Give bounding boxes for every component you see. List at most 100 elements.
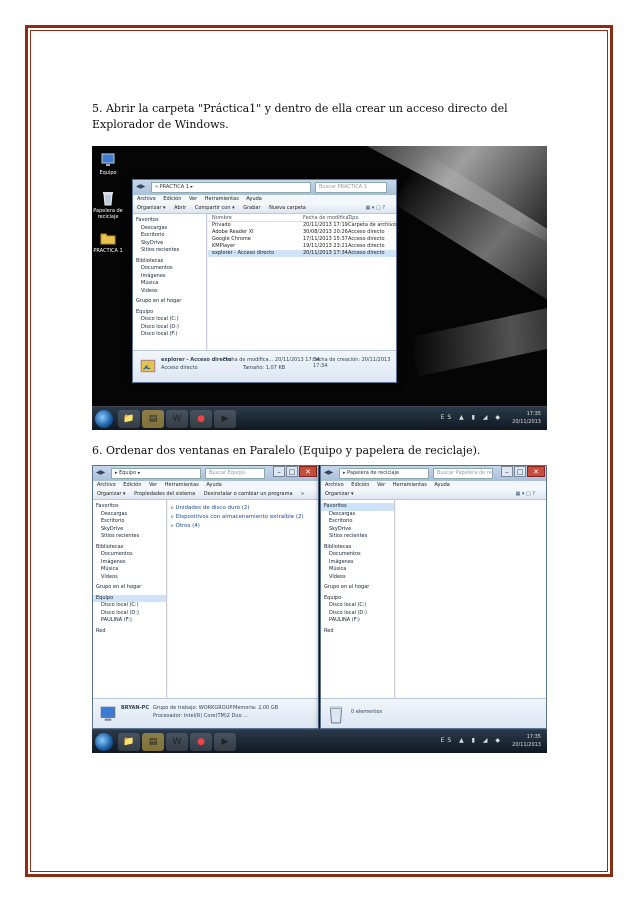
nav-item[interactable]: Equipo (321, 595, 394, 603)
group-header[interactable]: ▹ Dispositivos con almacenamiento extraí… (171, 513, 315, 522)
open-button[interactable]: Abrir (174, 205, 186, 211)
nav-item[interactable]: Descargas (133, 225, 206, 233)
clock-time[interactable]: 17:35 (512, 410, 541, 418)
nav-item[interactable]: Bibliotecas (133, 258, 206, 266)
nav-item[interactable]: Descargas (93, 511, 166, 519)
folder-taskbar-icon[interactable]: ▤ (142, 733, 164, 751)
nav-item[interactable]: Vídeos (93, 574, 166, 582)
view-options-icon[interactable]: ▦ ▾ ▢ ? (366, 203, 385, 214)
nav-item[interactable]: Disco local (C:) (133, 316, 206, 324)
group-header[interactable]: ▹ Unidades de disco duro (2) (171, 504, 315, 513)
minimize-button[interactable]: – (501, 466, 513, 477)
nav-item[interactable]: SkyDrive (321, 526, 394, 534)
tray-icons[interactable]: ES ▲ ▮ ◢ ◆ (441, 414, 503, 422)
empty-content-area[interactable] (396, 500, 546, 700)
desktop-icon-practica1[interactable]: PRACTICA 1 (92, 230, 128, 254)
column-header-date[interactable]: Fecha de modifica... (303, 214, 353, 222)
nav-item[interactable]: Documentos (321, 551, 394, 559)
folder-taskbar-icon[interactable]: ▤ (142, 410, 164, 428)
nav-item[interactable]: Disco local (D:) (133, 324, 206, 332)
organize-button[interactable]: Organizar ▾ (97, 491, 126, 497)
media-taskbar-icon[interactable]: ▶ (214, 410, 236, 428)
opera-taskbar-icon[interactable]: ● (190, 733, 212, 751)
nav-item[interactable]: Bibliotecas (93, 544, 166, 552)
nav-item-selected[interactable]: Favoritos (321, 503, 394, 511)
close-button[interactable]: ✕ (299, 466, 317, 477)
new-folder-button[interactable]: Nueva carpeta (269, 205, 306, 211)
menu-archivo[interactable]: Archivo (97, 482, 116, 488)
explorer-taskbar-icon[interactable]: 📁 (118, 410, 140, 428)
menu-ayuda[interactable]: Ayuda (246, 196, 261, 202)
nav-item[interactable]: Disco local (D:) (93, 610, 166, 618)
nav-item[interactable]: Bibliotecas (321, 544, 394, 552)
nav-item[interactable]: Equipo (133, 309, 206, 317)
clock-date[interactable]: 20/11/2013 (512, 418, 541, 426)
menu-ayuda[interactable]: Ayuda (206, 482, 221, 488)
view-options-icon[interactable]: ▦ ▾ ▢ ? (516, 489, 535, 500)
nav-item-selected[interactable]: Equipo (93, 594, 166, 602)
back-forward-icon[interactable]: ◀▶ (96, 469, 105, 476)
nav-item[interactable]: SkyDrive (133, 240, 206, 248)
nav-item[interactable]: Grupo en el hogar (321, 584, 394, 592)
menu-archivo[interactable]: Archivo (137, 196, 156, 202)
back-forward-icon[interactable]: ◀▶ (136, 183, 145, 190)
nav-item[interactable]: Favoritos (133, 217, 206, 225)
menu-edicion[interactable]: Edición (123, 482, 141, 488)
column-header-name[interactable]: Nombre (212, 214, 232, 222)
explorer-window-equipo[interactable]: ◀▶ ▸ Equipo ▸ Buscar Equipo – □ ✕ Archiv… (92, 465, 319, 729)
nav-item[interactable]: SkyDrive (93, 526, 166, 534)
menu-herramientas[interactable]: Herramientas (205, 196, 239, 202)
file-row[interactable]: KMPlayer 19/11/2013 23:21 Acceso directo (208, 243, 396, 250)
search-input[interactable]: Buscar PRACTICA 1 (315, 182, 387, 193)
nav-item[interactable]: Música (133, 280, 206, 288)
nav-item[interactable]: Escritorio (93, 518, 166, 526)
start-button[interactable] (95, 733, 113, 751)
nav-item[interactable]: Imágenes (321, 559, 394, 567)
word-taskbar-icon[interactable]: W (166, 410, 188, 428)
address-bar[interactable]: ▸ Papelera de reciclaje (339, 468, 429, 479)
menu-edicion[interactable]: Edición (351, 482, 369, 488)
explorer-window-practica1[interactable]: ◀▶ « PRACTICA 1 ▸ Buscar PRACTICA 1 Arch… (132, 179, 398, 383)
media-taskbar-icon[interactable]: ▶ (214, 733, 236, 751)
explorer-window-papelera[interactable]: ◀▶ ▸ Papelera de reciclaje Buscar Papele… (320, 465, 547, 729)
nav-item[interactable]: Sitios recientes (133, 247, 206, 255)
nav-item[interactable]: Música (321, 566, 394, 574)
file-row[interactable]: Privado 20/11/2013 17:19 Carpeta de arch… (208, 222, 398, 229)
file-row[interactable]: Google Chrome 17/11/2013 15:37 Acceso di… (208, 236, 396, 243)
desktop-icon-equipo[interactable]: Equipo (92, 152, 128, 176)
menu-edicion[interactable]: Edición (163, 196, 181, 202)
maximize-button[interactable]: □ (286, 466, 298, 477)
maximize-button[interactable]: □ (514, 466, 526, 477)
nav-item[interactable]: Documentos (93, 551, 166, 559)
nav-item[interactable]: Documentos (133, 265, 206, 273)
file-row[interactable]: Adobe Reader XI 30/08/2013 20:26 Acceso … (208, 229, 396, 236)
nav-item[interactable]: Red (93, 628, 166, 636)
clock-time[interactable]: 17:35 (512, 733, 541, 741)
menu-ver[interactable]: Ver (189, 196, 197, 202)
menu-herramientas[interactable]: Herramientas (165, 482, 199, 488)
address-bar[interactable]: ▸ Equipo ▸ (111, 468, 201, 479)
share-button[interactable]: Compartir con ▾ (195, 205, 235, 211)
menu-archivo[interactable]: Archivo (325, 482, 344, 488)
nav-item[interactable]: PAULINA (F:) (321, 617, 394, 625)
start-button[interactable] (95, 410, 113, 428)
group-header[interactable]: ▹ Otros (4) (171, 522, 315, 531)
more-button[interactable]: » (301, 491, 304, 497)
uninstall-button[interactable]: Desinstalar o cambiar un programa (204, 491, 293, 497)
nav-item[interactable]: Disco local (C:) (93, 602, 166, 610)
back-forward-icon[interactable]: ◀▶ (324, 469, 333, 476)
nav-item[interactable]: Escritorio (321, 518, 394, 526)
opera-taskbar-icon[interactable]: ● (190, 410, 212, 428)
nav-item[interactable]: Sitios recientes (321, 533, 394, 541)
nav-item[interactable]: Grupo en el hogar (93, 584, 166, 592)
address-bar[interactable]: « PRACTICA 1 ▸ (151, 182, 311, 193)
menu-ayuda[interactable]: Ayuda (434, 482, 449, 488)
organize-button[interactable]: Organizar ▾ (137, 205, 166, 211)
nav-item[interactable]: Sitios recientes (93, 533, 166, 541)
nav-item[interactable]: Imágenes (93, 559, 166, 567)
search-input[interactable]: Buscar Papelera de reciclaje (433, 468, 493, 479)
file-row-selected[interactable]: explorer - Acceso directo 20/11/2013 17:… (208, 250, 396, 257)
organize-button[interactable]: Organizar ▾ (325, 491, 354, 497)
desktop-icon-papelera[interactable]: Papelera de reciclaje (92, 190, 128, 220)
nav-item[interactable]: Grupo en el hogar (133, 298, 206, 306)
